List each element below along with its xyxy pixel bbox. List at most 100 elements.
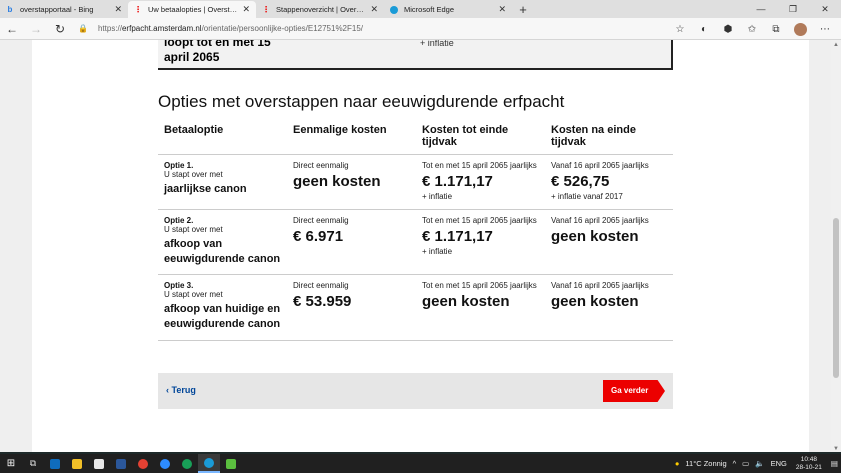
url-host: erfpacht.amsterdam.nl [121, 24, 202, 33]
option-sub: U stapt over met [164, 224, 223, 234]
chevron-left-icon: ‹ [166, 385, 169, 395]
column-header: Eenmalige kosten [287, 122, 416, 155]
chevron-up-icon[interactable]: ^ [733, 459, 737, 468]
word-icon[interactable] [110, 454, 132, 473]
back-link[interactable]: ‹ Terug [166, 385, 196, 395]
next-button[interactable]: Ga verder [603, 380, 665, 402]
option-cell: Optie 3. U stapt over met afkoop van hui… [158, 274, 287, 341]
app-icon-2[interactable] [220, 454, 242, 473]
browser-toolbar: ☆ ◐ ⬢ ✩ ⧉ ⋯ [668, 18, 837, 40]
language-indicator[interactable]: ENG [771, 459, 787, 468]
add-favorite-icon[interactable]: ☆ [668, 24, 692, 35]
network-icon[interactable]: ▭ [742, 459, 749, 468]
until-cost-cell: Tot en met 15 april 2065 jaarlijks € 1.1… [416, 209, 545, 275]
windows-taskbar: ⊞ ⧉ ● 11°C Zonnig ^ ▭ 🔈 ENG 10:48 28-10-… [0, 454, 841, 473]
volume-icon[interactable]: 🔈 [755, 459, 764, 468]
until-label: Tot en met 15 april 2065 jaarlijks [422, 215, 537, 225]
system-tray: ● 11°C Zonnig ^ ▭ 🔈 ENG 10:48 28-10-21 ▤ [672, 454, 841, 473]
minimize-icon[interactable]: — [745, 0, 777, 18]
until-note: + inflatie [422, 191, 453, 201]
amsterdam-icon: ⋮ [134, 5, 142, 14]
chrome-icon[interactable] [132, 454, 154, 473]
until-cost-cell: Tot en met 15 april 2065 jaarlijks geen … [416, 274, 545, 341]
page-content: loopt tot en met 15 april 2065 + inflati… [32, 40, 809, 454]
close-icon[interactable]: ✕ [242, 4, 250, 15]
table-row: Optie 2. U stapt over met afkoop van eeu… [158, 209, 673, 275]
clock[interactable]: 10:48 28-10-21 [796, 456, 822, 472]
edge-taskbar-icon[interactable] [198, 454, 220, 473]
scroll-up-icon[interactable]: ▲ [831, 42, 841, 48]
once-cost-cell: Direct eenmalig geen kosten [287, 154, 416, 210]
extension-icon-2[interactable]: ⬢ [716, 24, 740, 35]
url-field[interactable]: 🔒 https://erfpacht.amsterdam.nl/orientat… [78, 24, 363, 33]
once-value: € 53.959 [293, 292, 352, 310]
page-viewport: loopt tot en met 15 april 2065 + inflati… [0, 40, 841, 454]
once-label: Direct eenmalig [293, 160, 349, 170]
app-icon[interactable] [176, 454, 198, 473]
more-menu-icon[interactable]: ⋯ [813, 24, 837, 35]
column-header: Kosten tot einde tijdvak [416, 122, 545, 155]
file-explorer-icon[interactable] [66, 454, 88, 473]
tab-bing[interactable]: b overstapportaal - Bing ✕ [0, 1, 128, 18]
tab-title: Stappenoverzicht | Overstapportaal [276, 5, 367, 14]
once-cost-cell: Direct eenmalig € 6.971 [287, 209, 416, 275]
back-arrow-icon[interactable]: ← [0, 22, 24, 36]
maximize-icon[interactable]: ❐ [777, 0, 809, 18]
options-table: Betaaloptie Eenmalige kosten Kosten tot … [158, 122, 673, 341]
after-cost-cell: Vanaf 16 april 2065 jaarlijks geen koste… [545, 274, 673, 341]
after-label: Vanaf 16 april 2065 jaarlijks [551, 280, 649, 290]
close-icon[interactable]: ✕ [114, 4, 122, 15]
edge-icon [390, 5, 398, 14]
outlook-icon[interactable] [44, 454, 66, 473]
close-icon[interactable]: ✕ [370, 4, 378, 15]
store-icon[interactable] [88, 454, 110, 473]
address-bar: ← → ↻ 🔒 https://erfpacht.amsterdam.nl/or… [0, 18, 841, 40]
close-icon[interactable]: ✕ [498, 4, 506, 15]
fragment-left-text: loopt tot en met 15 april 2065 [164, 40, 271, 64]
until-label: Tot en met 15 april 2065 jaarlijks [422, 160, 537, 170]
forward-arrow-icon[interactable]: → [24, 22, 48, 36]
option-name: afkoop van eeuwigdurende canon [164, 237, 281, 265]
tab-edge[interactable]: Microsoft Edge ✕ [384, 1, 512, 18]
zoom-icon[interactable] [154, 454, 176, 473]
notification-icon[interactable]: ▤ [831, 459, 838, 468]
profile-avatar[interactable] [794, 22, 807, 36]
new-tab-button[interactable]: + [512, 1, 534, 18]
clock-time: 10:48 [800, 455, 818, 463]
until-value: € 1.171,17 [422, 227, 493, 245]
until-value: geen kosten [422, 292, 510, 310]
option-number: Optie 2. [164, 215, 194, 225]
until-value: € 1.171,17 [422, 172, 493, 190]
option-name: jaarlijkse canon [164, 182, 247, 195]
weather-text[interactable]: 11°C Zonnig [685, 459, 726, 468]
once-value: geen kosten [293, 172, 381, 190]
url-scheme: https:// [97, 24, 122, 33]
page-scrollbar[interactable]: ▲ ▼ [831, 40, 841, 454]
scrollbar-thumb[interactable] [833, 218, 839, 378]
after-cost-cell: Vanaf 16 april 2065 jaarlijks € 526,75 +… [545, 154, 673, 210]
tab-title: Uw betaalopties | Overstapportaal [148, 5, 238, 14]
option-cell: Optie 1. U stapt over met jaarlijkse can… [158, 154, 287, 210]
windows-start-icon[interactable]: ⊞ [0, 454, 22, 473]
option-number: Optie 3. [164, 280, 194, 290]
refresh-icon[interactable]: ↻ [48, 22, 72, 36]
after-note: + inflatie vanaf 2017 [551, 191, 623, 201]
option-number: Optie 1. [164, 160, 194, 170]
favorites-icon[interactable]: ✩ [740, 24, 764, 35]
section-title: Opties met overstappen naar eeuwigdurend… [158, 92, 565, 111]
bing-icon: b [7, 5, 13, 14]
until-note: + inflatie [422, 246, 453, 256]
collections-icon[interactable]: ⧉ [764, 24, 788, 35]
tab-betaalopties[interactable]: ⋮ Uw betaalopties | Overstapportaal ✕ [128, 1, 256, 18]
after-value: geen kosten [551, 227, 639, 245]
step-navigation: ‹ Terug Ga verder [158, 373, 673, 409]
task-view-icon[interactable]: ⧉ [22, 454, 44, 473]
once-label: Direct eenmalig [293, 280, 349, 290]
tab-stappenoverzicht[interactable]: ⋮ Stappenoverzicht | Overstapportaal ✕ [256, 1, 384, 18]
extension-icon[interactable]: ◐ [692, 24, 716, 35]
close-window-icon[interactable]: ✕ [809, 0, 841, 18]
tab-title: Microsoft Edge [404, 5, 455, 14]
browser-tab-bar: b overstapportaal - Bing ✕ ⋮ Uw betaalop… [0, 0, 841, 18]
url-path: /orientatie/persoonlijke-opties/E12751%2… [201, 24, 364, 33]
until-cost-cell: Tot en met 15 april 2065 jaarlijks € 1.1… [416, 154, 545, 210]
